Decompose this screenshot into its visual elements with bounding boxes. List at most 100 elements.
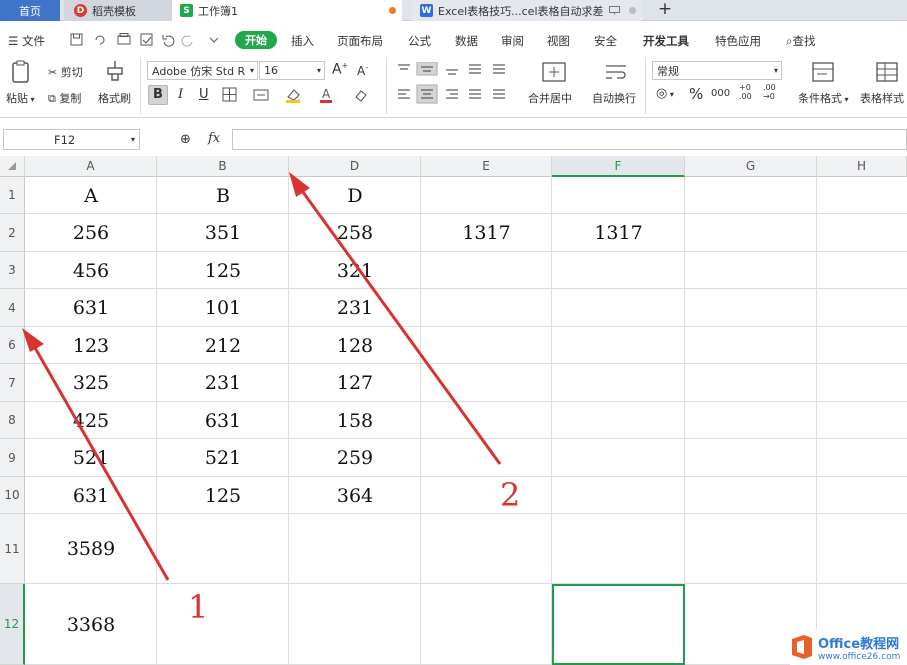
monitor-icon (608, 6, 620, 15)
file-menu-label: 文件 (21, 34, 45, 48)
quick-access-icons[interactable] (70, 33, 220, 47)
copy-label: 复制 (59, 92, 82, 105)
menu-page-layout[interactable]: 页面布局 (337, 33, 383, 49)
ribbon-separator (140, 58, 141, 114)
bold-icon[interactable]: B (153, 87, 163, 102)
currency-button[interactable]: ◎ ▾ (656, 86, 674, 101)
italic-icon[interactable]: I (178, 87, 183, 102)
dropdown-arrow-icon: ▾ (28, 95, 35, 104)
file-menu[interactable]: ☰ 文件 (8, 33, 45, 49)
name-box-value: F12 (54, 132, 76, 147)
tab-excel-label: Excel表格技巧...cel表格自动求差 (438, 4, 604, 18)
decrease-decimal-button[interactable]: .00 →0 (763, 83, 776, 101)
formula-input[interactable] (232, 129, 907, 150)
cut-label: 剪切 (60, 66, 83, 79)
menu-data[interactable]: 数据 (455, 33, 478, 49)
office-logo-icon (792, 635, 812, 659)
menu-special[interactable]: 特色应用 (715, 33, 761, 49)
chevron-down-icon: ▾ (249, 66, 254, 75)
merge-center-icon[interactable] (542, 62, 566, 84)
daoke-logo-icon: D (74, 4, 87, 17)
fx-icon[interactable]: fx (208, 131, 220, 146)
hamburger-icon: ☰ (8, 34, 19, 48)
grow-font-button[interactable]: A+ (332, 61, 348, 78)
number-format-select[interactable]: 常规 ▾ (652, 61, 782, 80)
annotation-label-2: 2 (500, 476, 521, 514)
zoom-formula-icon[interactable]: ⊕ (180, 132, 191, 147)
sheet-grid: ABDEFGH 1 2 3 4 6 7 8 9 10 11 12 A B D 256 351 258 1317 1… (0, 156, 907, 665)
wrap-text-button[interactable]: 自动换行 (592, 90, 636, 106)
chevron-down-icon: ▾ (316, 66, 321, 75)
format-painter-icon[interactable] (105, 60, 125, 82)
watermark-url: www.office26.com (818, 651, 901, 662)
word-file-icon: W (420, 4, 433, 17)
tab-close-dot-icon[interactable] (629, 7, 636, 14)
tab-workbook[interactable]: S 工作簿1 (172, 0, 402, 21)
copy-button[interactable]: ⧉ 复制 (48, 90, 81, 106)
menu-security[interactable]: 安全 (594, 33, 617, 49)
unsaved-dot-icon (389, 7, 396, 14)
increase-decimal-button[interactable]: +0.00 (739, 83, 752, 101)
font-name-value: Adobe 仿宋 Std R (152, 64, 246, 78)
menu-developer[interactable]: 开发工具 (643, 33, 689, 49)
watermark-text: Office教程网 www.office26.com (818, 633, 900, 662)
cut-button[interactable]: ✂ 剪切 (48, 64, 83, 80)
search-menu[interactable]: ⌕查找 (786, 33, 815, 49)
number-format-value: 常规 (657, 64, 679, 78)
ribbon-separator (386, 58, 387, 114)
paste-button[interactable]: 粘贴 ▾ (6, 90, 35, 106)
underline-icon[interactable]: U (199, 87, 209, 102)
menu-view[interactable]: 视图 (547, 33, 570, 49)
watermark-title: Office教程网 (818, 636, 900, 652)
tab-daoke-templates[interactable]: D 稻壳模板 (64, 0, 172, 21)
chevron-down-icon: ▾ (773, 66, 778, 75)
new-tab-button[interactable]: + (655, 0, 675, 21)
merge-center-button[interactable]: 合并居中 (528, 90, 572, 106)
tab-daoke-label: 稻壳模板 (92, 4, 136, 18)
font-size-value: 16 (264, 64, 278, 77)
watermark: Office教程网 www.office26.com (790, 629, 907, 665)
font-size-select[interactable]: 16 ▾ (259, 61, 325, 80)
wrap-text-icon[interactable] (604, 62, 628, 84)
search-label: 查找 (792, 34, 816, 48)
conditional-format-icon[interactable] (812, 62, 836, 84)
thousands-button[interactable]: 000 (711, 88, 730, 99)
tab-workbook-label: 工作簿1 (198, 4, 238, 18)
tab-home[interactable]: 首页 (0, 0, 60, 21)
currency-icon: ◎ (656, 86, 668, 101)
paste-icon[interactable] (10, 60, 32, 84)
tab-excel-doc[interactable]: W Excel表格技巧...cel表格自动求差 (412, 0, 642, 21)
tab-home-label: 首页 (19, 4, 41, 18)
menu-bar: ☰ 文件 开始 插入 页面布局 公式 数据 审阅 视图 安全 开发工具 特色应用… (0, 28, 907, 52)
dropdown-arrow-icon: ▾ (667, 90, 674, 99)
table-style-icon[interactable] (876, 62, 900, 84)
arrow-1 (22, 328, 170, 581)
spreadsheet-app: 首页 D 稻壳模板 S 工作簿1 W Excel表格技巧...cel表格自动求差… (0, 0, 907, 665)
format-painter-button[interactable]: 格式刷 (98, 90, 131, 106)
menu-insert[interactable]: 插入 (291, 33, 314, 49)
menu-review[interactable]: 审阅 (501, 33, 524, 49)
ribbon-separator (645, 58, 646, 114)
spreadsheet-file-icon: S (180, 4, 193, 17)
dropdown-arrow-icon: ▾ (842, 95, 849, 104)
svg-text:A: A (322, 87, 331, 101)
ribbon-toolbar: 粘贴 ▾ ✂ 剪切 ⧉ 复制 格式刷 Adobe 仿宋 Std R ▾ 16 ▾ A… (0, 54, 907, 118)
formula-bar: F12 ▾ ⊕ fx (0, 125, 907, 155)
menu-start-button[interactable]: 开始 (235, 31, 277, 49)
font-tools-icons[interactable]: A (222, 87, 382, 103)
name-box[interactable]: F12 ▾ (3, 129, 140, 150)
annotation-arrows (22, 172, 502, 581)
percent-button[interactable]: % (689, 85, 703, 103)
scissors-icon: ✂ (48, 66, 61, 79)
font-name-select[interactable]: Adobe 仿宋 Std R ▾ (147, 61, 258, 80)
alignment-icons[interactable] (395, 62, 515, 108)
shrink-font-button[interactable]: A- (357, 63, 368, 78)
menu-formula[interactable]: 公式 (408, 33, 431, 49)
table-style-button[interactable]: 表格样式 (860, 90, 904, 106)
annotation-label-1: 1 (188, 588, 209, 626)
document-tab-bar: 首页 D 稻壳模板 S 工作簿1 W Excel表格技巧...cel表格自动求差… (0, 0, 907, 21)
conditional-format-button[interactable]: 条件格式 ▾ (798, 90, 849, 106)
chevron-down-icon: ▾ (130, 135, 135, 144)
copy-icon: ⧉ (48, 92, 60, 105)
arrow-2 (289, 172, 502, 465)
